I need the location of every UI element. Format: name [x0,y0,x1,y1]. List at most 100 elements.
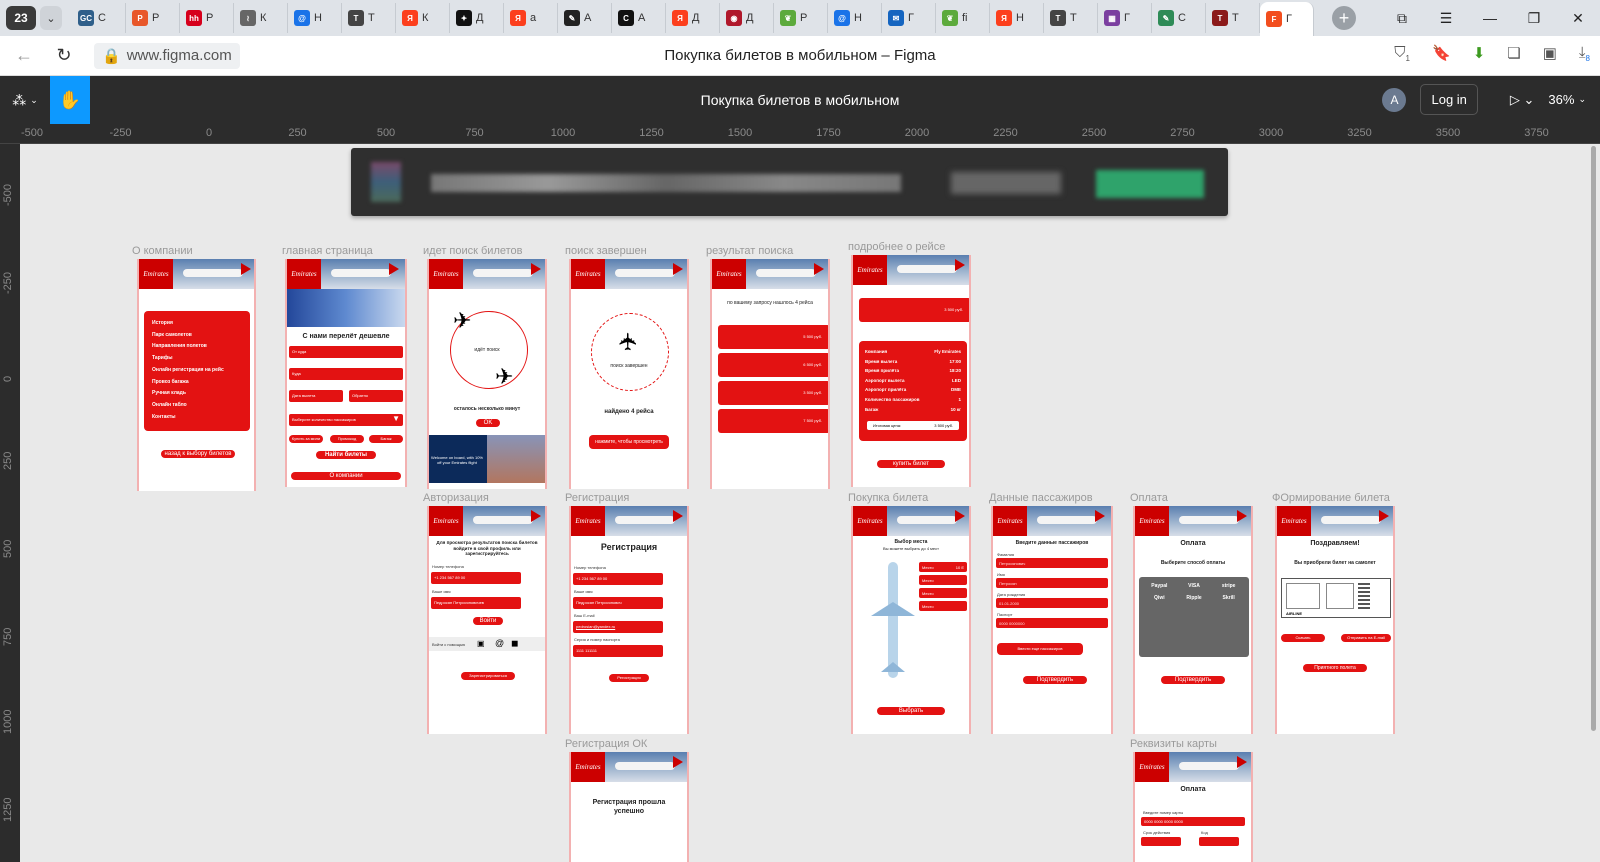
browser-tab[interactable]: ЯК [396,3,450,33]
avatar[interactable]: A [1382,87,1407,112]
alt-login-icon[interactable]: ◼ [511,638,518,649]
login-button[interactable]: Log in [1420,84,1478,115]
browser-tab[interactable]: ❦ fi [936,3,990,33]
browser-tab[interactable]: Яа [504,3,558,33]
reg-email-field[interactable]: pedrosian@yandex.ru [573,621,663,633]
frame-label-about[interactable]: О компании [132,245,193,257]
reload-button[interactable]: ↻ [48,45,80,66]
card-number-field[interactable]: 0000 0000 0000 0000 [1141,817,1245,826]
back-button[interactable]: ← [8,45,40,66]
frame-label-ticket[interactable]: ФОрмирование билета [1272,492,1390,504]
departure-date-field[interactable]: Дата вылета [289,390,343,402]
register-button[interactable]: Зарегистрироваться [461,672,515,680]
about-menu-item[interactable]: Контакты [152,412,242,424]
download-ticket-button[interactable]: Скачать [1281,634,1325,642]
browser-tab[interactable]: @ Н [828,3,882,33]
browser-tab[interactable]: ✎ А [558,3,612,33]
frame-passengers[interactable]: Emirates Введите данные пассажиров Фамил… [991,506,1113,734]
payment-method-logo[interactable]: stripe [1214,583,1243,589]
hand-tool-icon[interactable]: ✋ [50,76,90,124]
browser-tab[interactable]: ≀ К [234,3,288,33]
collections-icon[interactable]: ❏ [1507,44,1520,63]
browser-tab[interactable]: ❦ Р [774,3,828,33]
bookmark-icon[interactable]: 🔖 [1432,44,1451,63]
frame-label-purchase[interactable]: Покупка билета [848,492,928,504]
promo-code-chip[interactable]: Промокод [330,435,364,443]
expiry-field[interactable] [1141,837,1181,846]
reg-phone-field[interactable]: +1 234 567 89 00 [573,573,663,585]
zoom-level[interactable]: 36% [1548,92,1574,107]
frame-label-searching[interactable]: идет поиск билетов [423,245,523,257]
result-card[interactable]: 6 500 руб. [718,353,828,377]
url-field[interactable]: 🔒 www.figma.com [94,42,240,69]
frame-card[interactable]: Emirates Оплата Введите номер карты 0000… [1133,752,1253,862]
frame-label-done[interactable]: поиск завершен [565,245,647,257]
about-menu-item[interactable]: История [152,318,242,330]
frame-label-passengers[interactable]: Данные пассажиров [989,492,1093,504]
return-date-field[interactable]: Обратно [349,390,403,402]
seat-field[interactable]: Место 10 E [919,562,967,572]
frame-label-main[interactable]: главная страница [282,245,373,257]
browser-tab[interactable]: TТ [1206,3,1260,33]
frame-reg-ok[interactable]: Emirates Регистрация прошла успешно [569,752,689,862]
aircraft-seat-map[interactable] [871,562,915,678]
figma-menu-button[interactable]: ⁂ ⌄ [0,76,50,124]
from-field[interactable]: От куда [289,346,403,358]
frame-registration[interactable]: Emirates Регистрация Номер телефона +1 2… [569,506,689,734]
to-field[interactable]: Куда [289,368,403,380]
figma-canvas[interactable]: О компании Emirates История Парк самолето… [20,144,1596,862]
about-menu-item[interactable]: Парк самолетов [152,330,242,342]
frame-about[interactable]: Emirates История Парк самолетов Направлени… [137,259,256,491]
browser-tab[interactable]: ЯД [666,3,720,33]
payment-method-logo[interactable]: Paypal [1145,583,1174,589]
tab-counter[interactable]: 23 [6,6,36,30]
browser-tab[interactable]: @ Н [288,3,342,33]
minimize-button[interactable]: — [1468,10,1512,26]
play-icon[interactable]: ▷ ⌄ [1510,92,1535,108]
download-arrow-icon[interactable]: ⬇ [1473,44,1486,63]
browser-tab[interactable]: ✎ С [1152,3,1206,33]
frame-details[interactable]: Emirates 3 500 руб. Компания Fly Emirates… [851,255,971,487]
about-menu-item[interactable]: Тарифы [152,353,242,365]
shield-icon[interactable]: ⛉1 [1394,44,1410,63]
seat-field[interactable]: Место [919,601,967,611]
about-menu-item[interactable]: Направления полетов [152,341,242,353]
close-window-button[interactable]: ✕ [1556,10,1600,27]
browser-tab[interactable]: TТ [342,3,396,33]
browser-tab[interactable]: ✦ Д [450,3,504,33]
browser-tab[interactable]: ◉ Д [720,3,774,33]
frame-results[interactable]: Emirates по вашему запросу нашлось 4 рей… [710,259,830,489]
send-email-button[interactable]: Отправить на E-mail [1341,634,1391,642]
browser-tab[interactable]: TТ [1044,3,1098,33]
frame-label-payment[interactable]: Оплата [1130,492,1168,504]
search-tickets-button[interactable]: Найти билеты [316,451,376,459]
browser-tab[interactable]: PР [126,3,180,33]
frame-auth[interactable]: Emirates Для просмотра результатов поиск… [427,506,547,734]
browser-tab[interactable]: GC С [72,3,126,33]
miles-chip[interactable]: Купить за мили [289,435,323,443]
about-menu-item[interactable]: Ручная кладь [152,388,242,400]
passenger-field[interactable]: 0000 0000000 [996,618,1108,628]
new-tab-button[interactable]: + [1332,6,1356,30]
about-company-button[interactable]: О компании [291,472,401,480]
result-card[interactable]: 7 500 руб. [718,409,828,433]
browser-tab[interactable]: ✉ Г [882,3,936,33]
payment-method-logo[interactable]: Skrill [1214,595,1243,601]
buy-ticket-button[interactable]: купить билет [877,460,945,468]
name-field[interactable]: Педросян Петросяновичев [431,597,521,609]
menu-icon[interactable]: ☰ [1424,10,1468,27]
select-seat-button[interactable]: Выбрать [877,707,945,715]
frame-label-registration[interactable]: Регистрация [565,492,629,504]
frame-label-details[interactable]: подробнее о рейсе [848,241,945,253]
restore-button[interactable]: ❐ [1512,10,1556,27]
passenger-count-select[interactable]: Выберите количество пассажиров ▼ [289,414,403,426]
vertical-scrollbar[interactable] [1591,146,1596,731]
view-results-button[interactable]: нажмите, чтобы просмотреть [589,435,669,449]
frame-payment[interactable]: Emirates Оплата Выберите способ оплаты P… [1133,506,1253,734]
tabs-panel-icon[interactable]: ⧉ [1380,10,1424,27]
email-login-icon[interactable]: @ [495,638,504,648]
social-login-icon[interactable]: ▣ [477,639,485,648]
passenger-field[interactable]: Петросянович [996,558,1108,568]
extension-icon[interactable]: ▣ [1543,44,1557,63]
downloads-icon[interactable]: ⤓8 [1579,44,1590,63]
